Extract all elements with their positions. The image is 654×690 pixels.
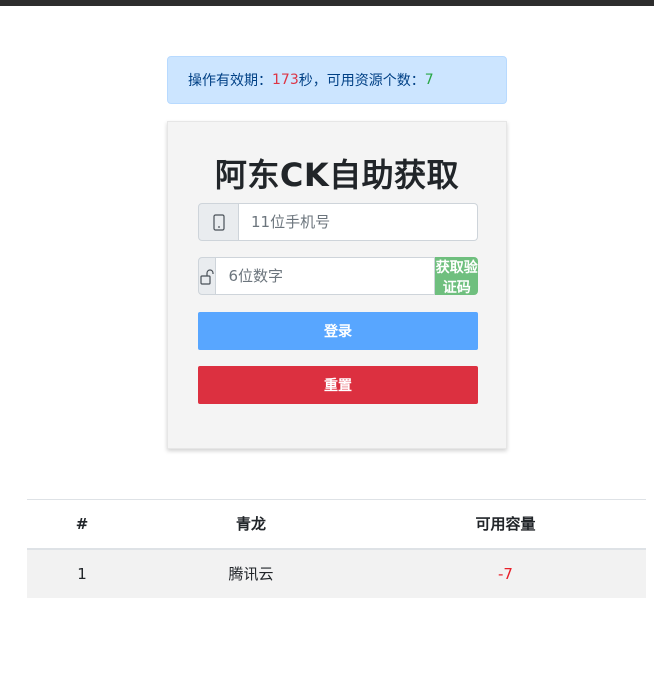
phone-input-group <box>198 203 478 241</box>
cell-index: 1 <box>27 548 137 598</box>
get-code-button[interactable]: 获取验证码 <box>435 257 478 296</box>
notice-resources: 7 <box>424 72 434 88</box>
column-header-capacity: 可用容量 <box>365 499 646 550</box>
top-bar <box>0 0 654 6</box>
unlock-icon <box>198 257 217 295</box>
verification-code-input[interactable] <box>216 257 436 295</box>
notice-prefix: 操作有效期： <box>188 73 272 89</box>
code-input-group: 获取验证码 <box>198 257 478 296</box>
cell-name: 腾讯云 <box>137 548 365 598</box>
page-title: 阿东CK自助获取 <box>214 156 460 194</box>
cell-capacity: -7 <box>365 548 646 598</box>
table-header-row: # 青龙 可用容量 <box>27 499 646 550</box>
status-notice: 操作有效期： 173 秒，可用资源个数： 7 <box>167 56 507 104</box>
notice-middle: 秒，可用资源个数： <box>298 73 425 89</box>
mobile-phone-icon <box>198 203 239 241</box>
reset-button[interactable]: 重置 <box>198 366 478 404</box>
column-header-name: 青龙 <box>137 499 365 550</box>
column-header-index: # <box>27 499 137 550</box>
table-row: 1 腾讯云 -7 <box>27 548 646 598</box>
phone-input[interactable] <box>239 203 478 241</box>
login-button[interactable]: 登录 <box>198 312 478 350</box>
login-card: 阿东CK自助获取 获取验证码 登录 重置 <box>167 121 507 449</box>
notice-seconds: 173 <box>272 72 299 88</box>
resource-table: # 青龙 可用容量 1 腾讯云 -7 <box>27 499 646 598</box>
